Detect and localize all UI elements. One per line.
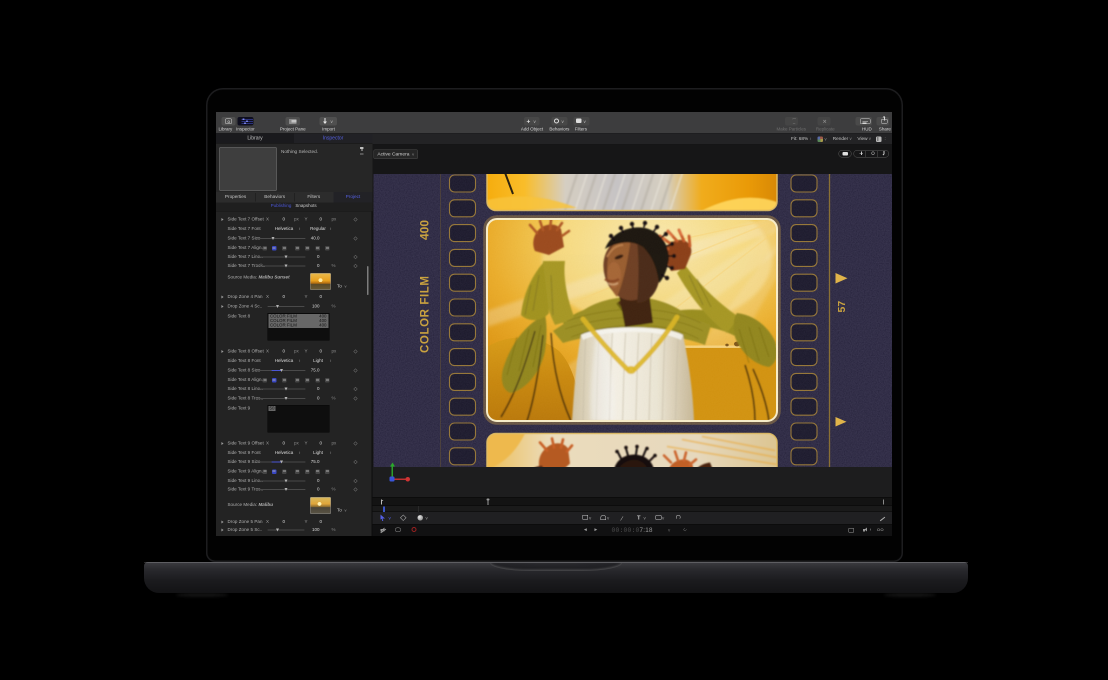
svg-text:400: 400 — [418, 220, 432, 240]
svg-text:57: 57 — [836, 301, 848, 313]
svg-text:COLOR FILM: COLOR FILM — [420, 275, 432, 353]
